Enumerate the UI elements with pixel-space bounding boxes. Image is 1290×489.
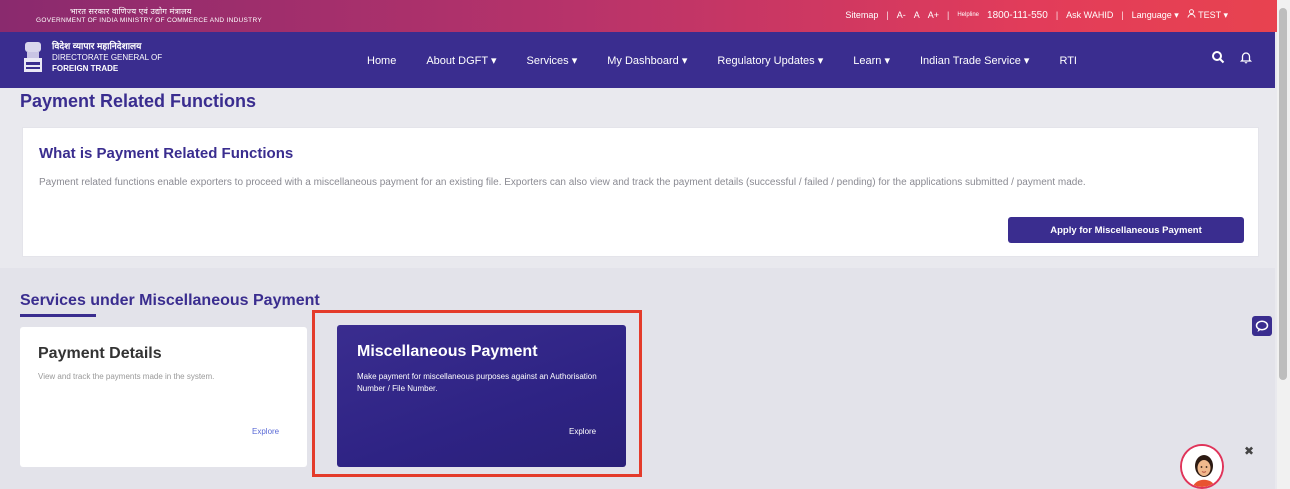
utility-links: Sitemap | A- A A+ | Helpline 1800-111-55…: [845, 9, 1228, 21]
divider: |: [1055, 10, 1059, 20]
divider: |: [1121, 10, 1124, 20]
user-name: TEST: [1198, 10, 1221, 20]
nav-home-label: Home: [367, 54, 397, 67]
user-menu[interactable]: TEST ▾: [1187, 9, 1228, 21]
nav-services[interactable]: Services ▾: [526, 54, 577, 67]
chevron-down-icon: ▾: [817, 55, 824, 67]
search-icon[interactable]: [1211, 50, 1225, 64]
chevron-down-icon: ▾: [1023, 55, 1030, 67]
miscellaneous-payment-card[interactable]: Miscellaneous Payment Make payment for m…: [337, 325, 626, 467]
nav-my-dashboard-label: My Dashboard: [607, 55, 679, 67]
card-title: Miscellaneous Payment: [357, 343, 538, 360]
bell-icon[interactable]: [1239, 50, 1253, 64]
chat-icon: [1255, 320, 1269, 332]
brand-line1: DIRECTORATE GENERAL OF: [52, 53, 163, 62]
card-title: Payment Details: [38, 345, 162, 362]
chevron-down-icon: ▾: [571, 55, 578, 67]
card-description: View and track the payments made in the …: [38, 372, 215, 381]
government-label-hindi: भारत सरकार वाणिज्य एवं उद्योग मंत्रालय: [70, 7, 192, 16]
info-description: Payment related functions enable exporte…: [39, 177, 1086, 188]
nav-regulatory-updates-label: Regulatory Updates: [717, 55, 815, 67]
title-underline: [20, 314, 96, 317]
chevron-down-icon: ▾: [1223, 10, 1228, 20]
chevron-down-icon: ▾: [681, 55, 688, 67]
payment-details-card[interactable]: Payment Details View and track the payme…: [20, 327, 307, 467]
nav-my-dashboard[interactable]: My Dashboard ▾: [607, 54, 687, 67]
explore-link[interactable]: Explore: [252, 427, 279, 436]
close-icon[interactable]: ✖: [1244, 444, 1254, 458]
language-label: Language: [1131, 9, 1172, 20]
chevron-down-icon: ▾: [1174, 9, 1179, 20]
nav-indian-trade-service-label: Indian Trade Service: [919, 55, 1021, 67]
nav-about-dgft-label: About DGFT: [426, 55, 488, 67]
ask-wahid-link[interactable]: Ask WAHID: [1066, 10, 1113, 20]
explore-link[interactable]: Explore: [569, 427, 596, 436]
nav-learn-label: Learn: [853, 55, 882, 67]
nav-indian-trade-service[interactable]: Indian Trade Service ▾: [920, 54, 1029, 67]
brand-line2: FOREIGN TRADE: [52, 64, 119, 73]
page-title: Payment Related Functions: [20, 91, 257, 111]
nav-menu: Home About DGFT ▾ Services ▾ My Dashboar…: [367, 54, 1105, 68]
nav-about-dgft[interactable]: About DGFT ▾: [426, 54, 496, 67]
government-label-english: GOVERNMENT OF INDIA MINISTRY OF COMMERCE…: [36, 17, 262, 24]
helpline-label: Helpline: [957, 12, 980, 18]
nav-learn[interactable]: Learn ▾: [853, 54, 890, 67]
services-title: Services under Miscellaneous Payment: [20, 292, 320, 309]
nav-regulatory-updates[interactable]: Regulatory Updates ▾: [717, 54, 823, 67]
font-increase-button[interactable]: A+: [928, 10, 939, 20]
top-utility-bar: भारत सरकार वाणिज्य एवं उद्योग मंत्रालय G…: [0, 0, 1290, 32]
chatbot-avatar[interactable]: [1180, 444, 1224, 489]
government-label: भारत सरकार वाणिज्य एवं उद्योग मंत्रालय G…: [36, 7, 262, 25]
brand-logo[interactable]: विदेश व्यापार महानिदेशालय DIRECTORATE GE…: [52, 41, 162, 74]
info-card: What is Payment Related Functions Paymen…: [22, 127, 1259, 257]
nav-services-label: Services: [526, 55, 569, 67]
divider: |: [946, 10, 950, 20]
brand-hindi: विदेश व्यापार महानिदेशालय: [52, 41, 142, 51]
chevron-down-icon: ▾: [884, 55, 890, 67]
apply-misc-payment-button[interactable]: Apply for Miscellaneous Payment: [1008, 217, 1244, 243]
sitemap-link[interactable]: Sitemap: [845, 10, 878, 20]
language-dropdown[interactable]: Language ▾: [1132, 10, 1179, 21]
feedback-chat-button[interactable]: [1252, 316, 1272, 336]
font-normal-button[interactable]: A: [914, 10, 920, 20]
emblem-icon[interactable]: [22, 40, 44, 76]
scrollbar-thumb[interactable]: [1279, 8, 1287, 380]
font-decrease-button[interactable]: A-: [897, 10, 906, 20]
scrollbar[interactable]: [1277, 0, 1290, 489]
nav-rti-label: RTI: [1059, 54, 1077, 67]
user-icon: [1187, 9, 1196, 18]
info-title: What is Payment Related Functions: [39, 145, 294, 162]
helpline-number[interactable]: 1800-111-550: [987, 10, 1048, 21]
nav-rti[interactable]: RTI: [1059, 55, 1077, 67]
main-navigation: विदेश व्यापार महानिदेशालय DIRECTORATE GE…: [0, 32, 1275, 88]
divider: |: [886, 10, 889, 20]
nav-home[interactable]: Home: [367, 55, 396, 67]
nav-icons: [1211, 50, 1253, 64]
card-description: Make payment for miscellaneous purposes …: [357, 372, 597, 393]
chevron-down-icon: ▾: [490, 55, 497, 67]
